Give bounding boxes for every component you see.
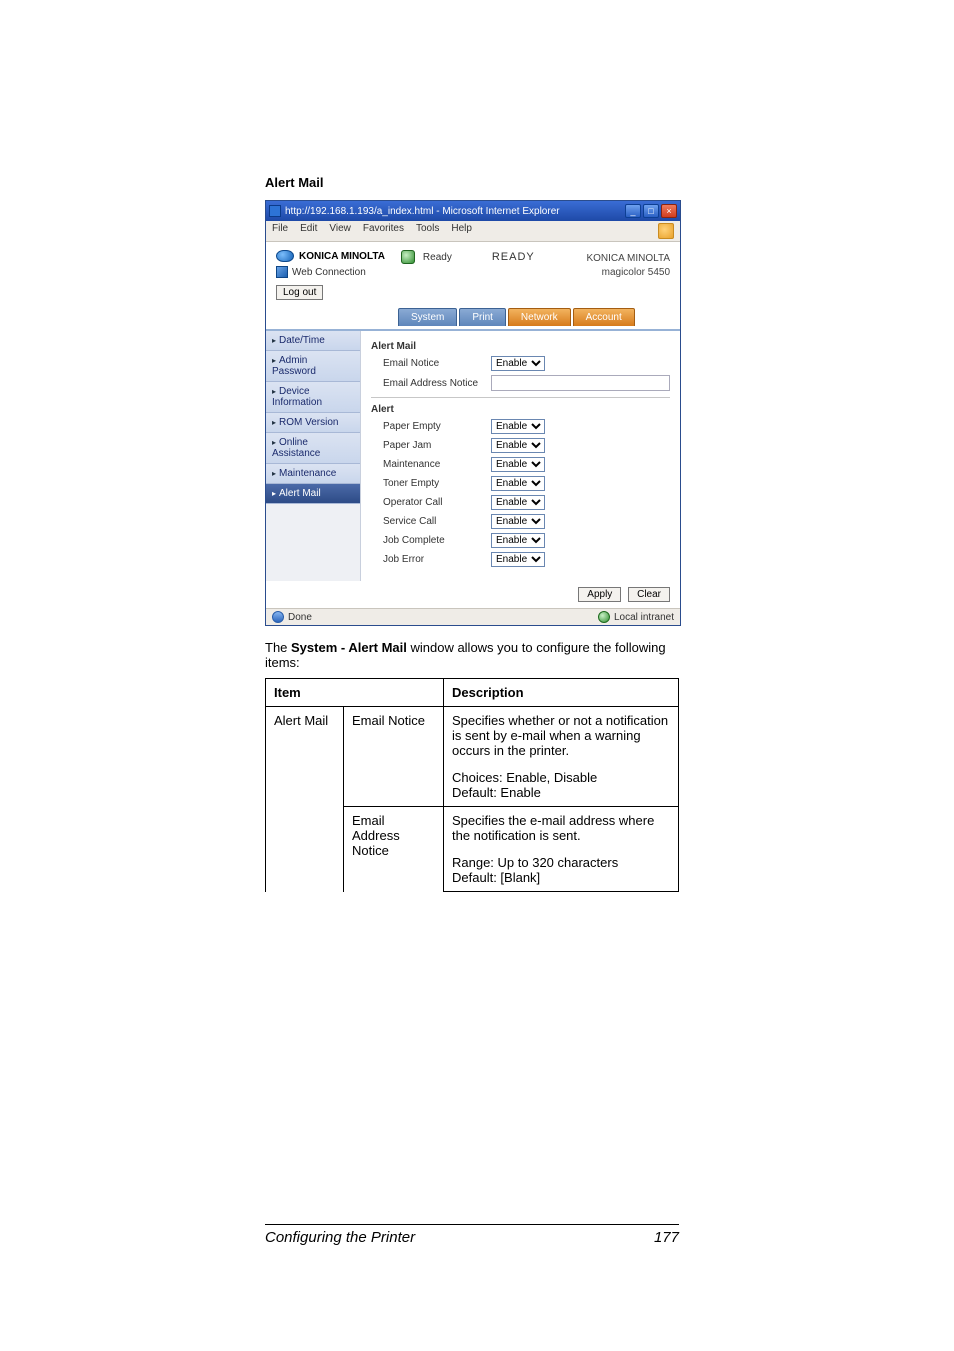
- tab-print[interactable]: Print: [459, 308, 506, 326]
- logout-button[interactable]: Log out: [276, 285, 323, 300]
- ready-led-icon: [401, 250, 415, 264]
- menu-favorites[interactable]: Favorites: [363, 223, 404, 239]
- description-line: The System - Alert Mail window allows yo…: [265, 640, 679, 670]
- window-title: http://192.168.1.193/a_index.html - Micr…: [285, 206, 621, 217]
- cell-desc-1-extra: Range: Up to 320 characters Default: [Bl…: [444, 849, 679, 892]
- minimize-button[interactable]: _: [625, 204, 641, 218]
- label-maintenance: Maintenance: [371, 459, 491, 470]
- th-item: Item: [266, 679, 444, 707]
- sidebar-item-device-info[interactable]: Device Information: [266, 382, 360, 413]
- divider: [371, 397, 670, 398]
- select-operator-call[interactable]: Enable: [491, 495, 545, 510]
- cell-desc-1-main: Specifies the e-mail address where the n…: [444, 807, 679, 850]
- cell-group-0: Alert Mail: [266, 707, 344, 892]
- close-button[interactable]: ×: [661, 204, 677, 218]
- sidebar-item-datetime[interactable]: Date/Time: [266, 331, 360, 351]
- tab-system[interactable]: System: [398, 308, 457, 326]
- cell-sub-1: Email Address Notice: [344, 807, 444, 892]
- model-label: magicolor 5450: [586, 266, 670, 280]
- select-job-complete[interactable]: Enable: [491, 533, 545, 548]
- input-email-addr-notice[interactable]: [491, 375, 670, 391]
- vendor-label: KONICA MINOLTA: [586, 252, 670, 266]
- apply-button[interactable]: Apply: [578, 587, 621, 602]
- label-service-call: Service Call: [371, 516, 491, 527]
- ie-throbber-icon: [658, 223, 674, 239]
- label-email-addr-notice: Email Address Notice: [371, 378, 491, 389]
- sidebar-item-alert-mail[interactable]: Alert Mail: [266, 484, 360, 504]
- group-alert-mail: Alert Mail: [371, 341, 670, 352]
- select-service-call[interactable]: Enable: [491, 514, 545, 529]
- brand-pagescope: Web Connection: [276, 266, 385, 278]
- menu-help[interactable]: Help: [451, 223, 472, 239]
- select-toner-empty[interactable]: Enable: [491, 476, 545, 491]
- footer-right: 177: [654, 1229, 679, 1246]
- ie-logo-icon: [269, 205, 281, 217]
- status-done-icon: [272, 611, 284, 623]
- brand-konica: KONICA MINOLTA: [276, 250, 385, 262]
- section-heading: Alert Mail: [265, 175, 679, 190]
- label-paper-jam: Paper Jam: [371, 440, 491, 451]
- label-email-notice: Email Notice: [371, 358, 491, 369]
- window-titlebar: http://192.168.1.193/a_index.html - Micr…: [266, 201, 680, 221]
- menu-edit[interactable]: Edit: [300, 223, 317, 239]
- clear-button[interactable]: Clear: [628, 587, 670, 602]
- page-footer: Configuring the Printer 177: [265, 1224, 679, 1246]
- tab-network[interactable]: Network: [508, 308, 571, 326]
- maximize-button[interactable]: □: [643, 204, 659, 218]
- status-done-text: Done: [288, 612, 312, 623]
- menu-tools[interactable]: Tools: [416, 223, 439, 239]
- select-maintenance[interactable]: Enable: [491, 457, 545, 472]
- pagescope-label: Web Connection: [292, 267, 366, 278]
- group-alert: Alert: [371, 404, 670, 415]
- status-text: READY: [492, 251, 535, 263]
- brand-name: KONICA MINOLTA: [299, 251, 385, 262]
- sidebar-item-online-assist[interactable]: Online Assistance: [266, 433, 360, 464]
- cell-desc-0-main: Specifies whether or not a notification …: [444, 707, 679, 765]
- label-job-error: Job Error: [371, 554, 491, 565]
- spec-table: Item Description Alert Mail Email Notice…: [265, 678, 679, 892]
- browser-window: http://192.168.1.193/a_index.html - Micr…: [265, 200, 681, 626]
- sidebar-item-maintenance[interactable]: Maintenance: [266, 464, 360, 484]
- statusbar: Done Local intranet: [266, 608, 680, 625]
- ready-label: Ready: [423, 252, 452, 263]
- select-email-notice[interactable]: Enable: [491, 356, 545, 371]
- label-toner-empty: Toner Empty: [371, 478, 491, 489]
- zone-text: Local intranet: [614, 612, 674, 623]
- label-operator-call: Operator Call: [371, 497, 491, 508]
- brand-logo-icon: [276, 250, 294, 262]
- select-paper-empty[interactable]: Enable: [491, 419, 545, 434]
- cell-sub-0: Email Notice: [344, 707, 444, 807]
- label-paper-empty: Paper Empty: [371, 421, 491, 432]
- sidebar: Date/Time Admin Password Device Informat…: [266, 331, 361, 581]
- footer-left: Configuring the Printer: [265, 1229, 415, 1246]
- menu-view[interactable]: View: [329, 223, 351, 239]
- cell-desc-0-extra: Choices: Enable, Disable Default: Enable: [444, 764, 679, 807]
- menubar: File Edit View Favorites Tools Help: [266, 221, 680, 242]
- tab-account[interactable]: Account: [573, 308, 635, 326]
- zone-icon: [598, 611, 610, 623]
- content-panel: Alert Mail Email Notice Enable Email Add…: [361, 331, 680, 581]
- select-job-error[interactable]: Enable: [491, 552, 545, 567]
- menu-file[interactable]: File: [272, 223, 288, 239]
- pagescope-icon: [276, 266, 288, 278]
- select-paper-jam[interactable]: Enable: [491, 438, 545, 453]
- label-job-complete: Job Complete: [371, 535, 491, 546]
- sidebar-item-admin-password[interactable]: Admin Password: [266, 351, 360, 382]
- sidebar-item-rom-version[interactable]: ROM Version: [266, 413, 360, 433]
- th-desc: Description: [444, 679, 679, 707]
